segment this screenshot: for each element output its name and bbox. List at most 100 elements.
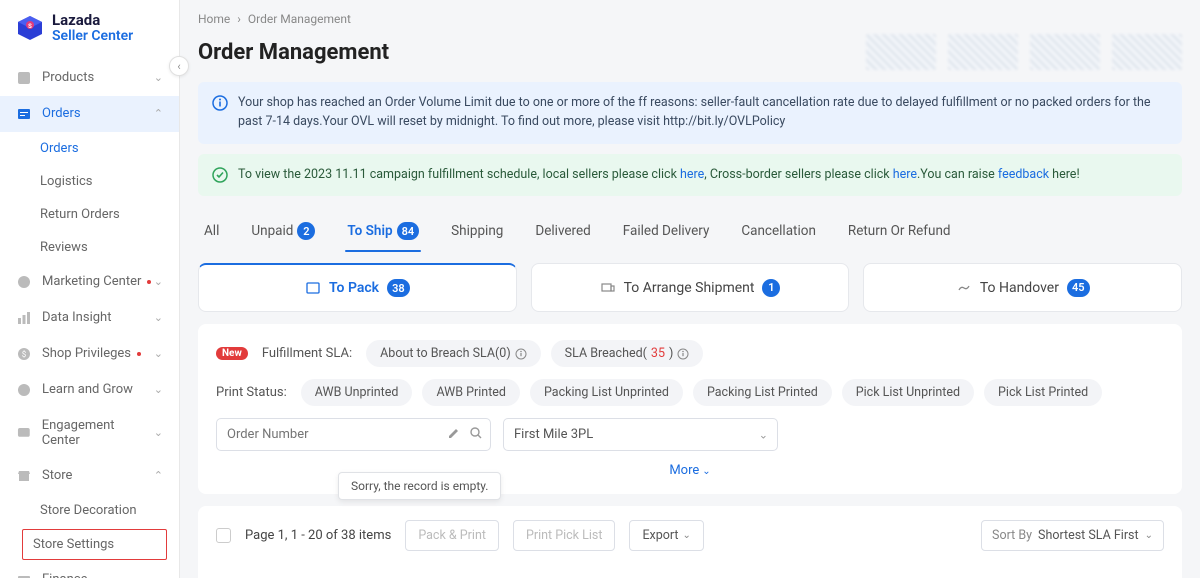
link-feedback[interactable]: feedback <box>998 167 1049 182</box>
subnav-reviews[interactable]: Reviews <box>0 231 179 264</box>
tab-unpaid[interactable]: Unpaid 2 <box>249 214 317 252</box>
pack-print-button[interactable]: Pack & Print <box>405 520 499 551</box>
nav-orders[interactable]: Orders ⌃ <box>0 96 179 132</box>
header-widget[interactable] <box>866 34 936 70</box>
subtab-arrange-shipment[interactable]: To Arrange Shipment 1 <box>531 263 850 312</box>
nav-engagement[interactable]: Engagement Center ⌄ <box>0 408 179 458</box>
nav-label: Learn and Grow <box>42 382 133 397</box>
print-status-label: Print Status: <box>216 385 287 400</box>
filters-panel: New Fulfillment SLA: About to Breach SLA… <box>198 324 1182 494</box>
header-widgets <box>866 34 1182 70</box>
breadcrumb: Home › Order Management <box>198 12 1182 26</box>
subnav-store-settings[interactable]: Store Settings <box>22 529 167 560</box>
logo-text-seller-center: Seller Center <box>52 29 133 44</box>
nav-label: Finance <box>42 572 87 578</box>
main-content: Home › Order Management Order Management… <box>180 0 1200 578</box>
table-header: Product Total Amount Delivery Status Act… <box>216 569 1164 578</box>
insight-icon <box>16 310 32 326</box>
search-icon[interactable] <box>469 426 483 444</box>
subtab-to-pack[interactable]: To Pack 38 <box>198 263 517 312</box>
chip-pick-unprinted[interactable]: Pick List Unprinted <box>842 379 974 406</box>
privileges-icon: $ <box>16 346 32 362</box>
chip-sla-breached[interactable]: SLA Breached(35) <box>551 340 704 367</box>
chip-about-breach[interactable]: About to Breach SLA(0) <box>366 340 541 367</box>
ovl-banner: Your shop has reached an Order Volume Li… <box>198 82 1182 144</box>
ovl-banner-text: Your shop has reached an Order Volume Li… <box>238 94 1168 132</box>
tab-shipping[interactable]: Shipping <box>449 214 505 252</box>
nav-finance[interactable]: Finance ⌄ <box>0 562 179 578</box>
tab-return[interactable]: Return Or Refund <box>846 214 953 252</box>
finance-icon <box>16 572 32 578</box>
nav-products[interactable]: Products ⌄ <box>0 60 179 96</box>
lazada-logo-icon: S <box>16 14 44 42</box>
svg-text:$: $ <box>22 350 27 359</box>
marketing-icon <box>16 274 32 290</box>
nav-data-insight[interactable]: Data Insight ⌄ <box>0 300 179 336</box>
subtab-handover[interactable]: To Handover 45 <box>863 263 1182 312</box>
subnav-logistics[interactable]: Logistics <box>0 165 179 198</box>
chevron-down-icon: ⌄ <box>154 347 163 360</box>
page-title: Order Management <box>198 40 389 65</box>
nav-label: Store <box>42 468 72 483</box>
header-widget[interactable] <box>1112 34 1182 70</box>
nav-learn-grow[interactable]: Learn and Grow ⌄ <box>0 372 179 408</box>
info-icon <box>212 95 228 111</box>
nav-store[interactable]: Store ⌃ <box>0 458 179 494</box>
info-icon <box>677 348 689 360</box>
chevron-down-icon: ⌄ <box>154 71 163 84</box>
tab-delivered[interactable]: Delivered <box>533 214 592 252</box>
breadcrumb-home[interactable]: Home <box>198 12 230 26</box>
nav-label: Engagement Center <box>42 418 154 448</box>
export-button[interactable]: Export ⌄ <box>629 520 703 551</box>
badge-to-pack: 38 <box>387 279 410 297</box>
chevron-down-icon: ⌄ <box>154 275 163 288</box>
chevron-down-icon: ⌄ <box>154 311 163 324</box>
engagement-icon <box>16 425 32 441</box>
link-here-local[interactable]: here <box>680 167 704 182</box>
check-icon <box>212 167 228 183</box>
header-widget[interactable] <box>1030 34 1100 70</box>
subnav-store-decoration[interactable]: Store Decoration <box>0 494 179 527</box>
orders-list-panel: Sorry, the record is empty. Page 1, 1 - … <box>198 506 1182 578</box>
header-widget[interactable] <box>948 34 1018 70</box>
chip-awb-printed[interactable]: AWB Printed <box>422 379 520 406</box>
store-icon <box>16 468 32 484</box>
select-all-checkbox[interactable] <box>216 528 231 543</box>
edit-icon[interactable] <box>447 426 461 444</box>
learn-icon <box>16 382 32 398</box>
chevron-down-icon: ⌄ <box>683 530 691 541</box>
chip-pick-printed[interactable]: Pick List Printed <box>984 379 1102 406</box>
pack-icon <box>305 280 321 296</box>
nav-label: Orders <box>42 106 81 121</box>
info-icon <box>515 348 527 360</box>
first-mile-select[interactable]: First Mile 3PL ⌄ <box>503 418 778 451</box>
tab-failed[interactable]: Failed Delivery <box>621 214 712 252</box>
chip-packing-unprinted[interactable]: Packing List Unprinted <box>530 379 683 406</box>
svg-text:S: S <box>28 23 32 30</box>
chevron-down-icon: ⌄ <box>1145 530 1153 541</box>
subnav-return-orders[interactable]: Return Orders <box>0 198 179 231</box>
sort-select[interactable]: Sort By Shortest SLA First ⌄ <box>981 520 1164 551</box>
chevron-down-icon: ⌄ <box>702 466 710 477</box>
nav-label: Shop Privileges <box>42 346 141 361</box>
nav-shop-privileges[interactable]: $ Shop Privileges ⌄ <box>0 336 179 372</box>
chevron-down-icon: ⌄ <box>154 426 163 439</box>
badge-to-ship: 84 <box>397 222 420 240</box>
nav-marketing[interactable]: Marketing Center ⌄ <box>0 264 179 300</box>
tab-to-ship[interactable]: To Ship 84 <box>345 214 421 252</box>
orders-icon <box>16 106 32 122</box>
chip-awb-unprinted[interactable]: AWB Unprinted <box>301 379 413 406</box>
products-icon <box>16 70 32 86</box>
nav-label: Marketing Center <box>42 274 151 289</box>
chip-packing-printed[interactable]: Packing List Printed <box>693 379 832 406</box>
sidebar-collapse-button[interactable]: ‹ <box>169 56 189 76</box>
subnav-orders[interactable]: Orders <box>0 132 179 165</box>
campaign-banner: To view the 2023 11.11 campaign fulfillm… <box>198 154 1182 197</box>
link-here-cb[interactable]: here <box>893 167 917 182</box>
badge-handover: 45 <box>1067 279 1090 297</box>
print-pick-list-button[interactable]: Print Pick List <box>513 520 615 551</box>
logo[interactable]: S Lazada Seller Center <box>0 0 179 56</box>
chevron-up-icon: ⌃ <box>154 469 163 482</box>
tab-cancellation[interactable]: Cancellation <box>739 214 818 252</box>
tab-all[interactable]: All <box>202 214 221 252</box>
